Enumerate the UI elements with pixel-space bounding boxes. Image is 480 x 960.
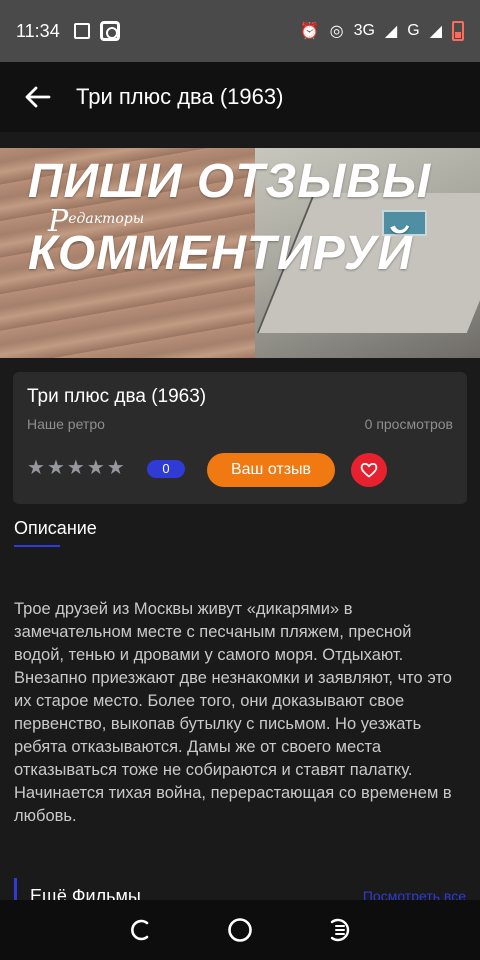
rating-count-badge: 0: [147, 460, 185, 478]
hotspot-icon: ◎: [329, 23, 344, 40]
signal-label: G: [407, 22, 420, 39]
favorite-button[interactable]: [351, 453, 387, 487]
more-movies-section: Ещё Фильмы Посмотреть все: [14, 878, 466, 902]
app-bar: Три плюс два (1963): [0, 62, 480, 132]
star-icon[interactable]: ★: [107, 457, 125, 479]
channel-name[interactable]: Наше ретро: [27, 416, 105, 432]
screen-record-icon: [99, 21, 120, 41]
alarm-icon: ⏰: [299, 23, 320, 40]
description-text: Трое друзей из Москвы живут «дикарями» в…: [14, 600, 452, 825]
hero-banner[interactable]: Редакторы ПИШИ ОТЗЫВЫ КОММЕНТИРУЙ: [0, 148, 480, 358]
movie-title: Три плюс два (1963): [27, 386, 207, 407]
status-notification-icons: [73, 21, 120, 41]
hero-headline-1: ПИШИ ОТЗЫВЫ: [28, 155, 432, 208]
tab-description[interactable]: Описание: [14, 518, 97, 539]
rating-stars[interactable]: ★ ★ ★ ★ ★: [27, 457, 125, 479]
star-icon[interactable]: ★: [47, 457, 65, 479]
hero-headline-2: КОММЕНТИРУЙ: [28, 227, 413, 280]
hero-logo-text: едакторы: [68, 211, 145, 227]
page-title: Три плюс два (1963): [76, 84, 284, 109]
back-button[interactable]: [0, 62, 76, 132]
image-notification-icon: [73, 23, 90, 39]
recents-icon: [131, 919, 149, 941]
arrow-left-icon: [25, 86, 51, 108]
star-icon[interactable]: ★: [27, 457, 45, 479]
section-accent-bar: [14, 878, 17, 902]
view-count: 0 просмотров: [364, 416, 453, 432]
status-bar: 11:34 ⏰ ◎ 3G ◢ G ◢: [0, 0, 480, 62]
recents-button[interactable]: [120, 910, 160, 950]
battery-icon: [452, 21, 464, 41]
assistant-icon: [330, 918, 350, 942]
network-type: 3G: [353, 22, 375, 39]
status-system-icons: ⏰ ◎ 3G ◢ G ◢: [300, 21, 464, 41]
status-time: 11:34: [16, 20, 60, 41]
back-nav-button[interactable]: [320, 910, 360, 950]
movie-info-card: Три плюс два (1963) Наше ретро 0 просмот…: [13, 372, 467, 504]
heart-icon: [360, 463, 378, 478]
star-icon[interactable]: ★: [87, 457, 105, 479]
tab-description-indicator: [14, 545, 60, 547]
home-icon: [228, 918, 252, 942]
star-icon[interactable]: ★: [67, 457, 85, 479]
signal-icon-2: ◢: [429, 23, 442, 40]
system-nav-bar: [0, 900, 480, 960]
signal-icon: ◢: [384, 23, 398, 40]
review-button[interactable]: Ваш отзыв: [207, 453, 335, 487]
home-button[interactable]: [220, 910, 260, 950]
